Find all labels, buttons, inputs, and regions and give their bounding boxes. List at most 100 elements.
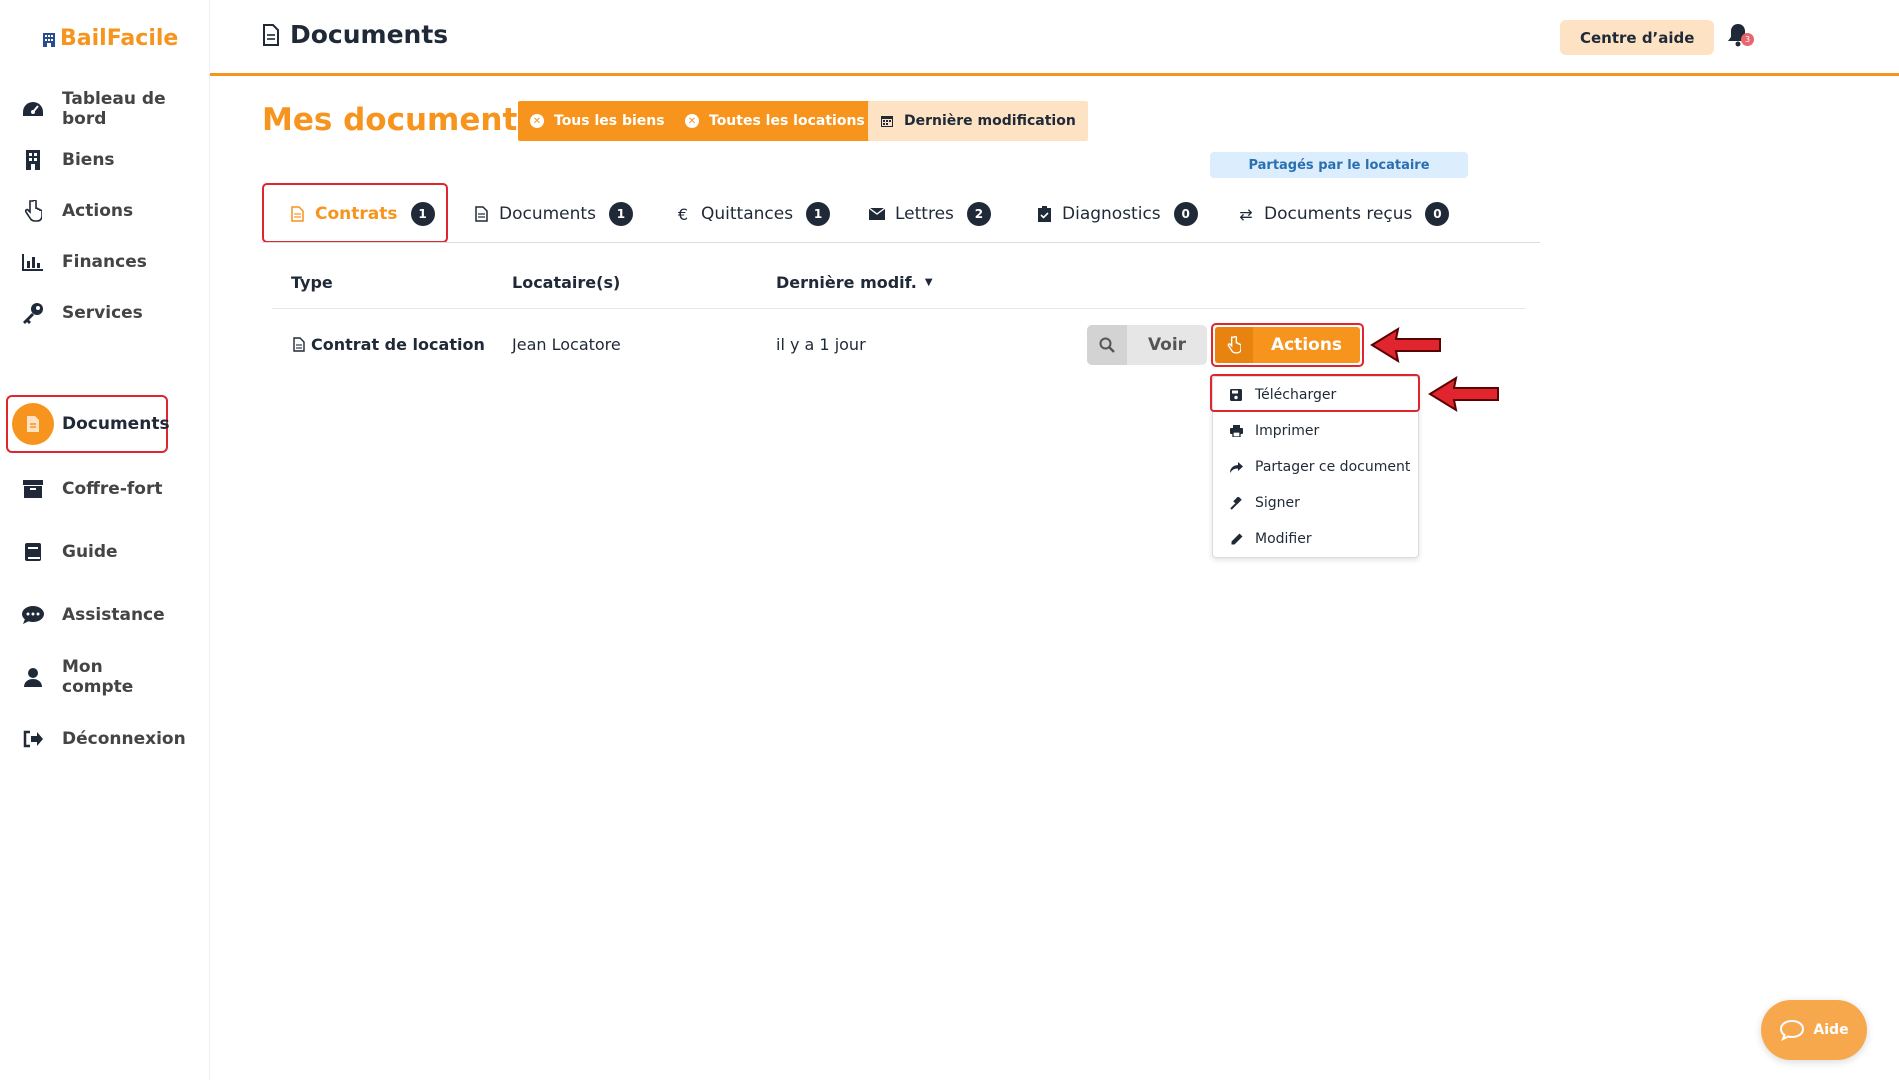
- sidebar-item-label: Coffre-fort: [62, 479, 163, 499]
- tab-label: Documents reçus: [1264, 204, 1413, 224]
- tab-quittances[interactable]: € Quittances 1: [674, 194, 831, 234]
- document-icon: [12, 403, 54, 445]
- sidebar-item-tableau-de-bord[interactable]: Tableau de bord: [8, 82, 166, 136]
- page-title-text: Documents: [290, 20, 449, 49]
- column-header-label: Dernière modif.: [776, 273, 917, 292]
- calendar-icon: [881, 116, 893, 127]
- actions-button[interactable]: Actions: [1215, 327, 1360, 363]
- menu-item-highlight-annotation: [1210, 374, 1420, 412]
- envelope-icon: [868, 208, 886, 220]
- filter-label: Dernière modification: [904, 113, 1076, 129]
- sidebar-item-label: Biens: [62, 150, 115, 170]
- pencil-icon: [1229, 533, 1243, 546]
- tab-label: Lettres: [895, 204, 954, 224]
- view-button-label: Voir: [1147, 335, 1187, 355]
- euro-icon: €: [677, 204, 689, 224]
- sidebar-item-mon-compte[interactable]: Mon compte: [8, 650, 166, 704]
- user-icon: [20, 664, 46, 690]
- sidebar-item-actions[interactable]: Actions: [8, 184, 166, 238]
- sidebar-item-label: Actions: [62, 201, 134, 221]
- tab-count-badge: 0: [1425, 202, 1450, 226]
- archive-icon: [20, 476, 46, 502]
- cell-type-text: Contrat de location: [311, 335, 485, 354]
- filter-toutes-les-locations[interactable]: ✕ Toutes les locations: [673, 101, 877, 141]
- sidebar-item-label: Mon compte: [62, 657, 134, 697]
- sidebar-item-deconnexion[interactable]: Déconnexion: [8, 712, 186, 766]
- sidebar-item-label: Finances: [62, 252, 147, 272]
- book-icon: [20, 539, 46, 565]
- tab-documents-recus[interactable]: ⇄ Documents reçus 0: [1237, 194, 1450, 234]
- bar-chart-icon: [20, 249, 46, 275]
- tab-count-badge: 2: [966, 202, 991, 226]
- tab-documents[interactable]: Documents 1: [472, 194, 633, 234]
- sidebar-item-label: Déconnexion: [62, 729, 186, 749]
- file-icon: [293, 337, 305, 352]
- annotation-arrow-icon: [1428, 375, 1499, 413]
- sidebar-item-finances[interactable]: Finances: [8, 235, 166, 289]
- section-heading: Mes documents: [262, 102, 536, 138]
- tab-count-badge: 1: [410, 202, 435, 226]
- column-header-derniere-modif[interactable]: Dernière modif. ▼: [776, 273, 933, 292]
- sidebar-item-services[interactable]: Services: [8, 286, 166, 340]
- menu-item-partager[interactable]: Partager ce document: [1213, 449, 1418, 485]
- file-icon: [472, 206, 490, 222]
- help-chat-label: Aide: [1813, 1022, 1849, 1038]
- page-title: Documents: [262, 20, 448, 49]
- sidebar-item-coffre-fort[interactable]: Coffre-fort: [8, 462, 166, 516]
- tab-label: Contrats: [315, 204, 398, 224]
- hand-pointer-icon: [20, 198, 46, 224]
- cell-type: Contrat de location: [293, 335, 485, 354]
- tab-label: Diagnostics: [1062, 204, 1161, 224]
- menu-item-label: Modifier: [1255, 531, 1312, 547]
- building-logo-icon: [43, 32, 55, 47]
- tab-lettres[interactable]: Lettres 2: [868, 194, 991, 234]
- key-icon: [20, 300, 46, 326]
- clipboard-check-icon: [1035, 206, 1053, 222]
- actions-button-label: Actions: [1270, 335, 1343, 355]
- app-logo[interactable]: BailFacile: [42, 26, 178, 51]
- menu-item-label: Partager ce document: [1255, 459, 1411, 475]
- sidebar-item-label: Assistance: [62, 605, 165, 625]
- tab-count-badge: 1: [608, 202, 633, 226]
- menu-item-label: Imprimer: [1255, 423, 1320, 439]
- view-button[interactable]: Voir: [1087, 325, 1207, 365]
- filter-label: Toutes les locations: [709, 113, 865, 129]
- menu-item-modifier[interactable]: Modifier: [1213, 521, 1418, 557]
- filter-tous-les-biens[interactable]: ✕ Tous les biens: [518, 101, 677, 141]
- tabs-divider: [262, 242, 1540, 243]
- close-circle-icon: ✕: [685, 114, 699, 128]
- file-icon: [288, 206, 306, 222]
- column-header-type[interactable]: Type: [291, 273, 333, 292]
- sidebar-item-label: Documents: [62, 414, 170, 434]
- chat-bubble-icon: [1780, 1019, 1805, 1041]
- tab-contrats[interactable]: Contrats 1: [288, 194, 435, 234]
- tab-diagnostics[interactable]: Diagnostics 0: [1035, 194, 1198, 234]
- close-circle-icon: ✕: [530, 114, 544, 128]
- help-center-button[interactable]: Centre d’aide: [1560, 20, 1715, 55]
- print-icon: [1229, 425, 1243, 437]
- menu-item-label: Signer: [1255, 495, 1300, 511]
- filter-label: Tous les biens: [554, 113, 665, 129]
- document-icon: [263, 23, 279, 46]
- tab-label: Quittances: [701, 204, 794, 224]
- menu-item-signer[interactable]: Signer: [1213, 485, 1418, 521]
- actions-button-annotation: Actions: [1211, 323, 1364, 367]
- share-icon: [1229, 461, 1243, 473]
- notifications-button[interactable]: 3: [1726, 22, 1756, 52]
- sidebar-item-guide[interactable]: Guide: [8, 525, 166, 579]
- dashboard-icon: [20, 96, 46, 122]
- sidebar-item-assistance[interactable]: Assistance: [8, 588, 166, 642]
- sign-out-icon: [20, 726, 46, 752]
- help-chat-button[interactable]: Aide: [1761, 1000, 1867, 1060]
- shared-by-tenant-badge: Partagés par le locataire: [1210, 152, 1468, 178]
- building-icon: [20, 147, 46, 173]
- sidebar-item-biens[interactable]: Biens: [8, 133, 166, 187]
- search-icon: [1087, 325, 1127, 365]
- sidebar-item-label: Tableau de bord: [62, 89, 166, 129]
- menu-item-imprimer[interactable]: Imprimer: [1213, 413, 1418, 449]
- sidebar-item-documents[interactable]: Documents: [6, 395, 170, 453]
- filter-derniere-modification[interactable]: Dernière modification: [868, 101, 1088, 141]
- column-header-locataires[interactable]: Locataire(s): [512, 273, 620, 292]
- sidebar-item-label: Services: [62, 303, 143, 323]
- cell-modified: il y a 1 jour: [776, 335, 866, 354]
